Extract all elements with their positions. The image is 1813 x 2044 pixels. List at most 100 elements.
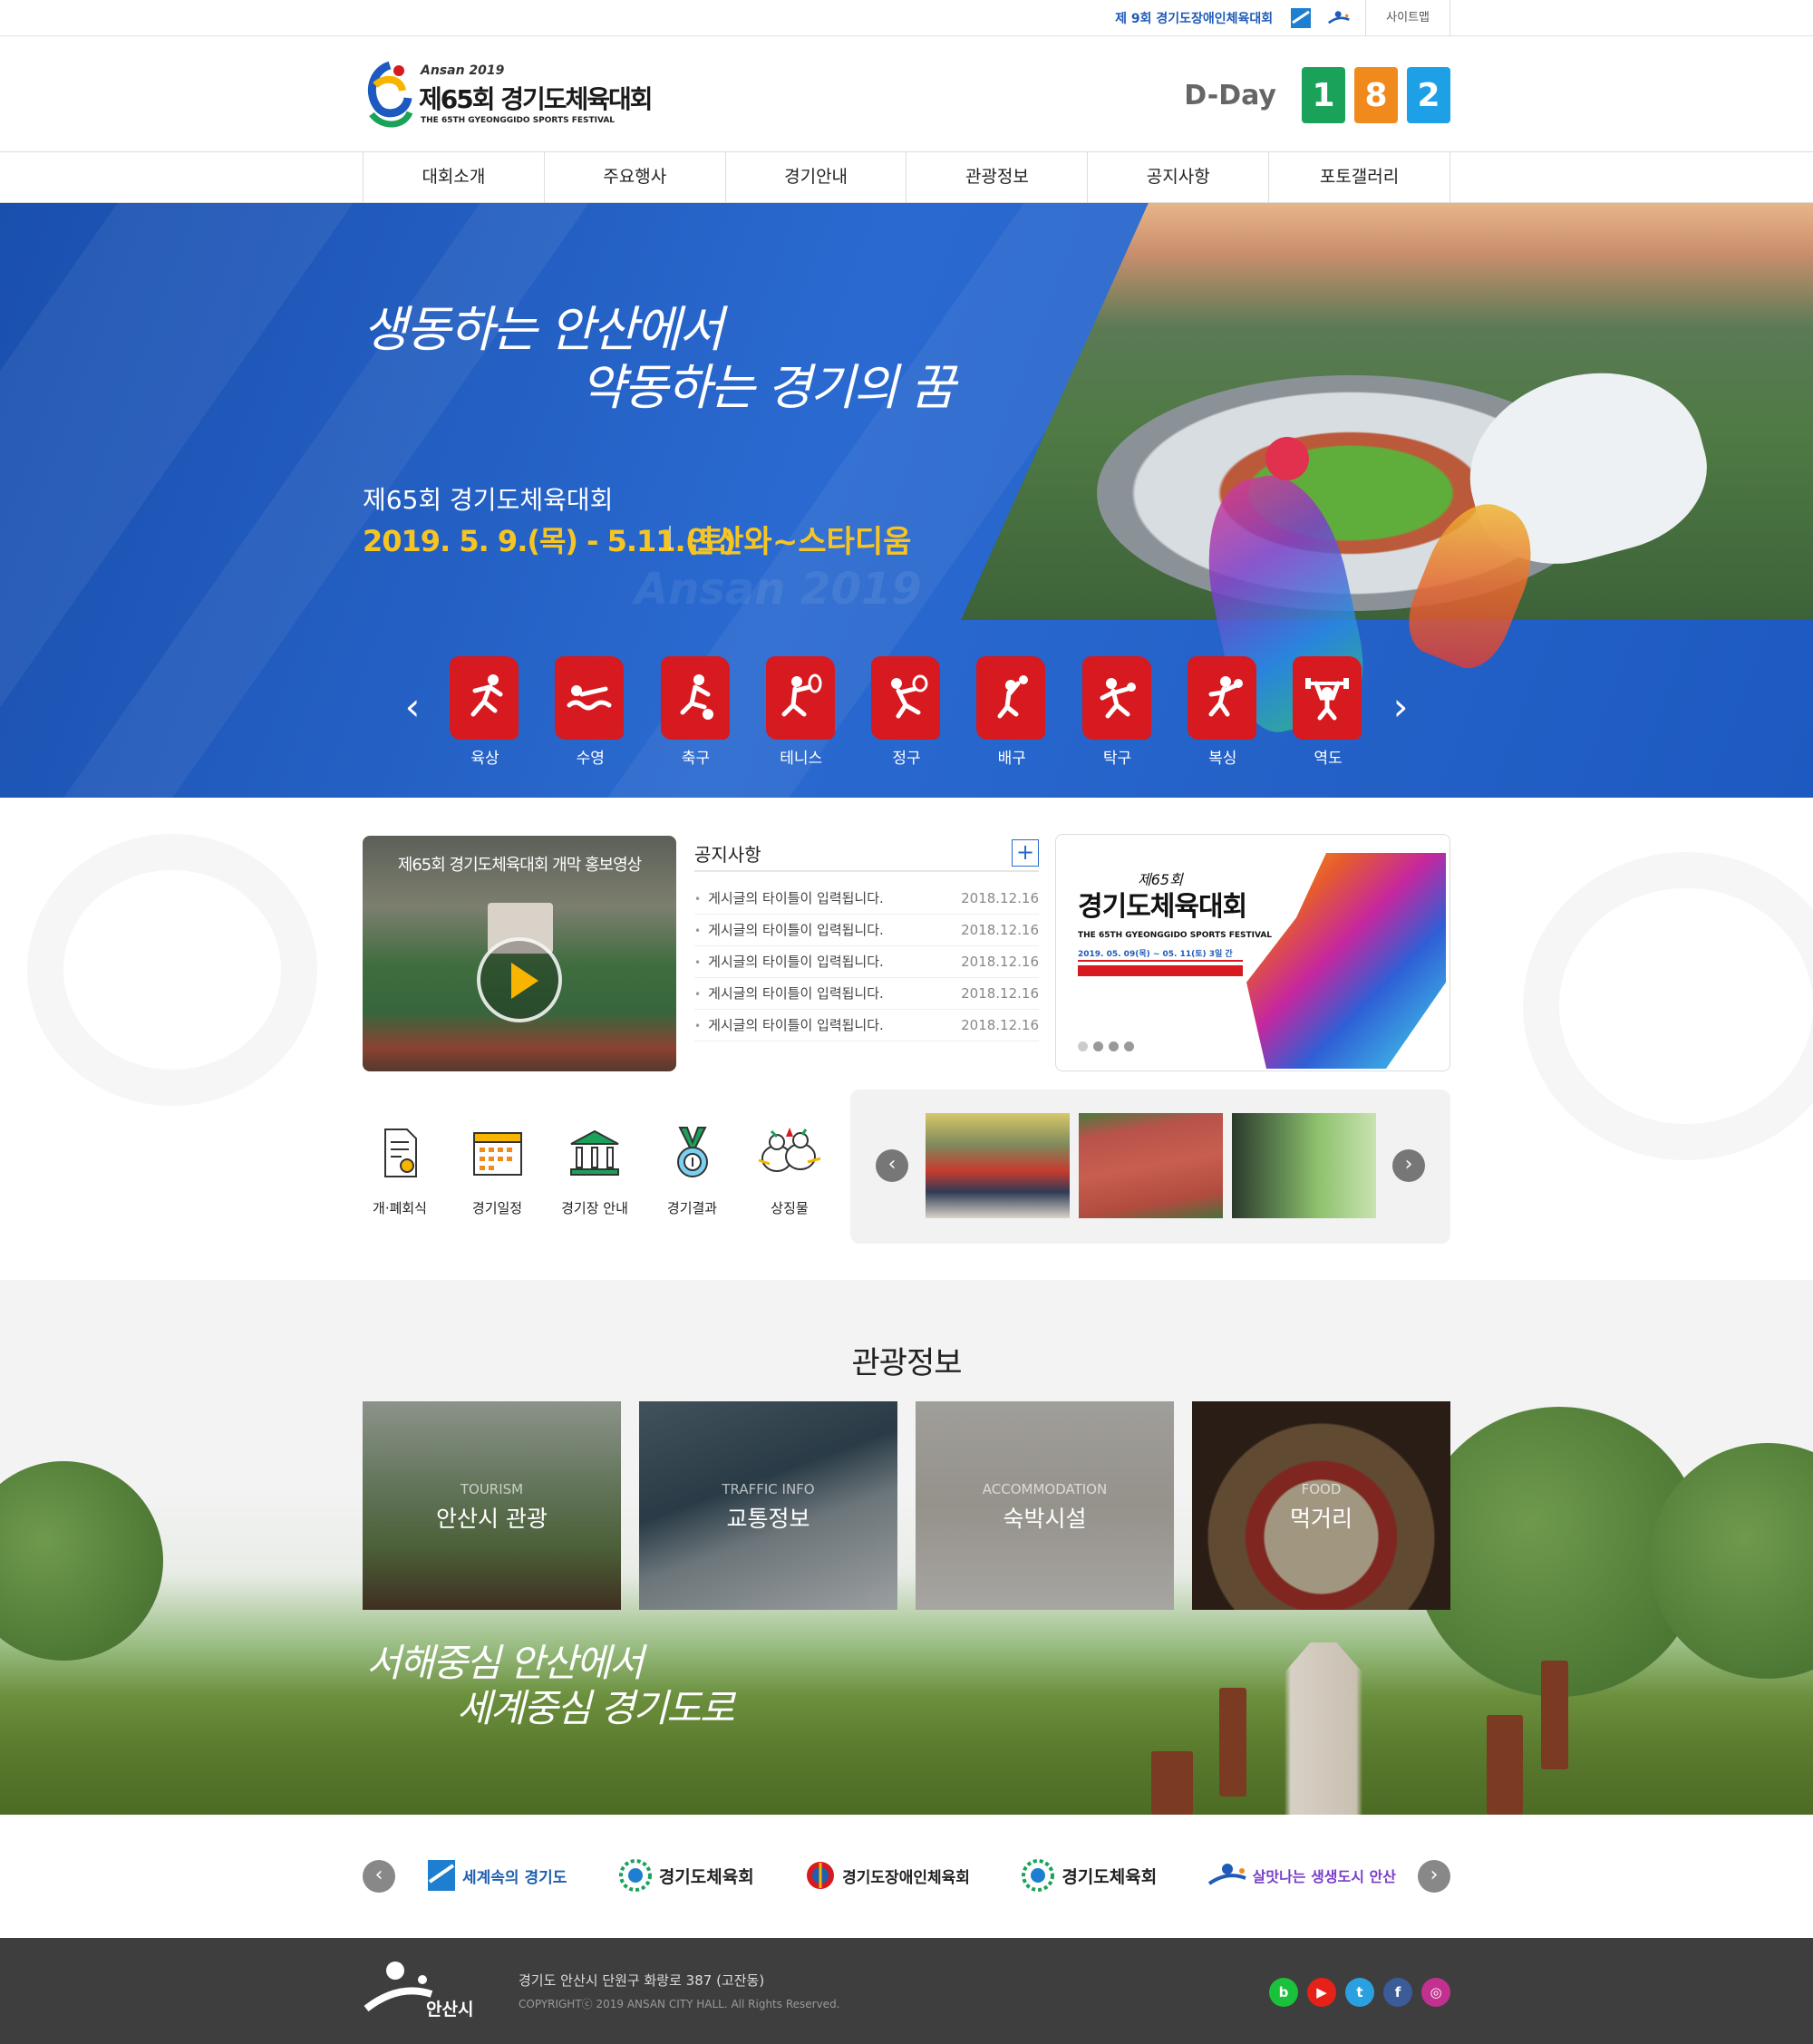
play-icon[interactable] [477, 937, 562, 1022]
sports-council-logo-icon [1022, 1859, 1055, 1892]
quick-label: 개·폐회식 [373, 1200, 427, 1216]
nav-item-events[interactable]: 주요행사 [545, 152, 726, 202]
utility-bar: 제 9회 경기도장애인체육대회 사이트맵 [0, 0, 1813, 36]
tourism-slogan: 서해중심 안산에서 세계중심 경기도로 [366, 1641, 734, 1731]
quick-item-schedule[interactable]: 경기일정 [457, 1124, 538, 1242]
ansan-logo-icon[interactable] [1327, 6, 1351, 30]
tourism-cards: TOURISM 안산시 관광 TRAFFIC INFO 교통정보 ACCOMMO… [363, 1401, 1450, 1610]
sport-item-volleyball[interactable]: 배구 [976, 656, 1047, 768]
nav-item-games[interactable]: 경기안내 [726, 152, 907, 202]
emblem-decoration [1523, 852, 1813, 1160]
sport-item-table-tennis[interactable]: 탁구 [1081, 656, 1153, 768]
sport-label: 복싱 [1208, 750, 1237, 768]
divider [669, 526, 671, 549]
footer: 안산시 경기도 안산시 단원구 화랑로 387 (고잔동) COPYRIGHTⓒ… [0, 1938, 1813, 2044]
sport-item-boxing[interactable]: 복싱 [1187, 656, 1258, 768]
logo-title: 제65회 경기도체육대회 [419, 84, 654, 114]
sns-links: b ▶ t f ◎ [1260, 1978, 1450, 2007]
nav-item-about[interactable]: 대회소개 [364, 152, 545, 202]
notice-item[interactable]: 게시글의 타이틀이 입력됩니다. 2018.12.16 [694, 946, 1039, 978]
sport-item-soccer[interactable]: 축구 [660, 656, 732, 768]
dday-digit: 2 [1407, 67, 1450, 123]
tourism-card-food[interactable]: FOOD 먹거리 [1192, 1401, 1450, 1610]
pagination-dot[interactable] [1078, 1041, 1088, 1051]
poster-banner[interactable]: 제65회 경기도체육대회 THE 65TH GYEONGGIDO SPORTS … [1055, 834, 1450, 1071]
sitemap-link[interactable]: 사이트맵 [1365, 0, 1450, 36]
nav-item-notice[interactable]: 공지사항 [1088, 152, 1270, 202]
pagination-dot[interactable] [1109, 1041, 1119, 1051]
sport-item-weightlifting[interactable]: 역도 [1293, 656, 1363, 768]
fence-post [1151, 1751, 1193, 1815]
notice-item[interactable]: 게시글의 타이틀이 입력됩니다. 2018.12.16 [694, 978, 1039, 1010]
sport-item-tennis[interactable]: 테니스 [765, 656, 837, 768]
running-icon [450, 656, 519, 740]
festival-logo[interactable]: Ansan 2019 제65회 경기도체육대회 THE 65TH GYEONGG… [363, 56, 662, 136]
card-ko-label: 교통정보 [726, 1506, 810, 1532]
pagination-dot[interactable] [1124, 1041, 1134, 1051]
tourism-title: 관광정보 [851, 1345, 962, 1381]
notice-item-title[interactable]: 게시글의 타이틀이 입력됩니다. [694, 883, 884, 914]
sport-item-athletics[interactable]: 육상 [450, 656, 520, 768]
poster-pagination [1078, 1041, 1139, 1051]
notice-item-title[interactable]: 게시글의 타이틀이 입력됩니다. [694, 1010, 884, 1041]
partner-disabled-council[interactable]: 경기도장애인체육회 [804, 1851, 970, 1900]
partner-name: 세계속의 경기도 [462, 1868, 567, 1887]
dday-label: D-Day [1184, 79, 1276, 111]
tourism-card-sightseeing[interactable]: TOURISM 안산시 관광 [363, 1401, 621, 1610]
partners-prev-button[interactable]: ‹ [363, 1860, 395, 1893]
notice-item-title[interactable]: 게시글의 타이틀이 입력됩니다. [694, 978, 884, 1009]
partner-sports-council[interactable]: 경기도체육회 [617, 1851, 754, 1900]
notice-item-title[interactable]: 게시글의 타이틀이 입력됩니다. [694, 946, 884, 977]
ansan-logo-icon [1207, 1864, 1246, 1885]
soft-tennis-icon [871, 656, 940, 740]
tourism-card-traffic[interactable]: TRAFFIC INFO 교통정보 [639, 1401, 897, 1610]
partner-gyeonggi[interactable]: 세계속의 경기도 [426, 1851, 567, 1900]
tourism-card-accommodation[interactable]: ACCOMMODATION 숙박시설 [916, 1401, 1174, 1610]
pagination-dot[interactable] [1093, 1041, 1103, 1051]
notice-item[interactable]: 게시글의 타이틀이 입력됩니다. 2018.12.16 [694, 1010, 1039, 1041]
gallery-photo-ceremony[interactable] [926, 1113, 1070, 1218]
partner-ansan[interactable]: 살맛나는 생생도시 안산 [1207, 1851, 1396, 1900]
instagram-icon[interactable]: ◎ [1421, 1978, 1450, 2007]
event-title: 제65회 경기도체육대회 [363, 485, 614, 515]
notice-more-button[interactable]: + [1012, 839, 1039, 867]
quick-item-symbols[interactable]: 상징물 [749, 1124, 830, 1242]
gallery-next-button[interactable]: › [1392, 1149, 1425, 1182]
ansan-city-logo: 안산시 [363, 1956, 499, 2020]
sports-prev-button[interactable]: ‹ [399, 688, 426, 726]
promo-video[interactable]: 제65회 경기도체육대회 개막 홍보영상 [363, 836, 676, 1071]
gyeonggi-logo-icon[interactable] [1289, 6, 1313, 30]
facebook-icon[interactable]: f [1383, 1978, 1412, 2007]
card-en-label: FOOD [1301, 1481, 1342, 1497]
footer-logo-text: 안산시 [426, 2000, 474, 2020]
quick-item-ceremony[interactable]: 개·폐회식 [359, 1124, 441, 1242]
partner-sports-council-2[interactable]: 경기도체육회 [1020, 1851, 1157, 1900]
sport-item-soft-tennis[interactable]: 정구 [871, 656, 942, 768]
notice-item[interactable]: 게시글의 타이틀이 입력됩니다. 2018.12.16 [694, 915, 1039, 946]
blog-icon[interactable]: b [1269, 1978, 1298, 2007]
nav-item-gallery[interactable]: 포토갤러리 [1269, 152, 1450, 202]
gallery-photo-track[interactable] [1079, 1113, 1223, 1218]
gallery-photo-shooting[interactable] [1232, 1113, 1376, 1218]
footer-address: 경기도 안산시 단원구 화랑로 387 (고잔동) [519, 1972, 765, 1989]
partners-next-button[interactable]: › [1418, 1860, 1450, 1893]
quick-item-results[interactable]: 경기결과 [652, 1124, 733, 1242]
youtube-icon[interactable]: ▶ [1307, 1978, 1336, 2007]
tennis-icon [765, 656, 835, 740]
card-ko-label: 숙박시설 [1003, 1506, 1087, 1532]
poster-dates: 2019. 05. 09(목) ~ 05. 11(토) 3일 간 [1078, 947, 1243, 962]
sports-next-button[interactable]: › [1387, 688, 1414, 726]
medal-icon [676, 1127, 708, 1177]
gallery-prev-button[interactable]: ‹ [876, 1149, 908, 1182]
disabled-council-logo-icon [807, 1862, 835, 1889]
twitter-icon[interactable]: t [1345, 1978, 1374, 2007]
notice-item[interactable]: 게시글의 타이틀이 입력됩니다. 2018.12.16 [694, 883, 1039, 915]
nav-item-tourism[interactable]: 관광정보 [906, 152, 1089, 202]
notice-item-title[interactable]: 게시글의 타이틀이 입력됩니다. [694, 915, 884, 945]
sport-item-swimming[interactable]: 수영 [555, 656, 625, 768]
tree-decoration [0, 1461, 163, 1661]
quick-item-venue[interactable]: 경기장 안내 [554, 1124, 635, 1242]
logo-subtitle: THE 65TH GYEONGGIDO SPORTS FESTIVAL [421, 116, 616, 125]
boardwalk [1160, 1642, 1487, 1815]
disabled-games-link[interactable]: 제 9회 경기도장애인체육대회 [1115, 9, 1289, 27]
